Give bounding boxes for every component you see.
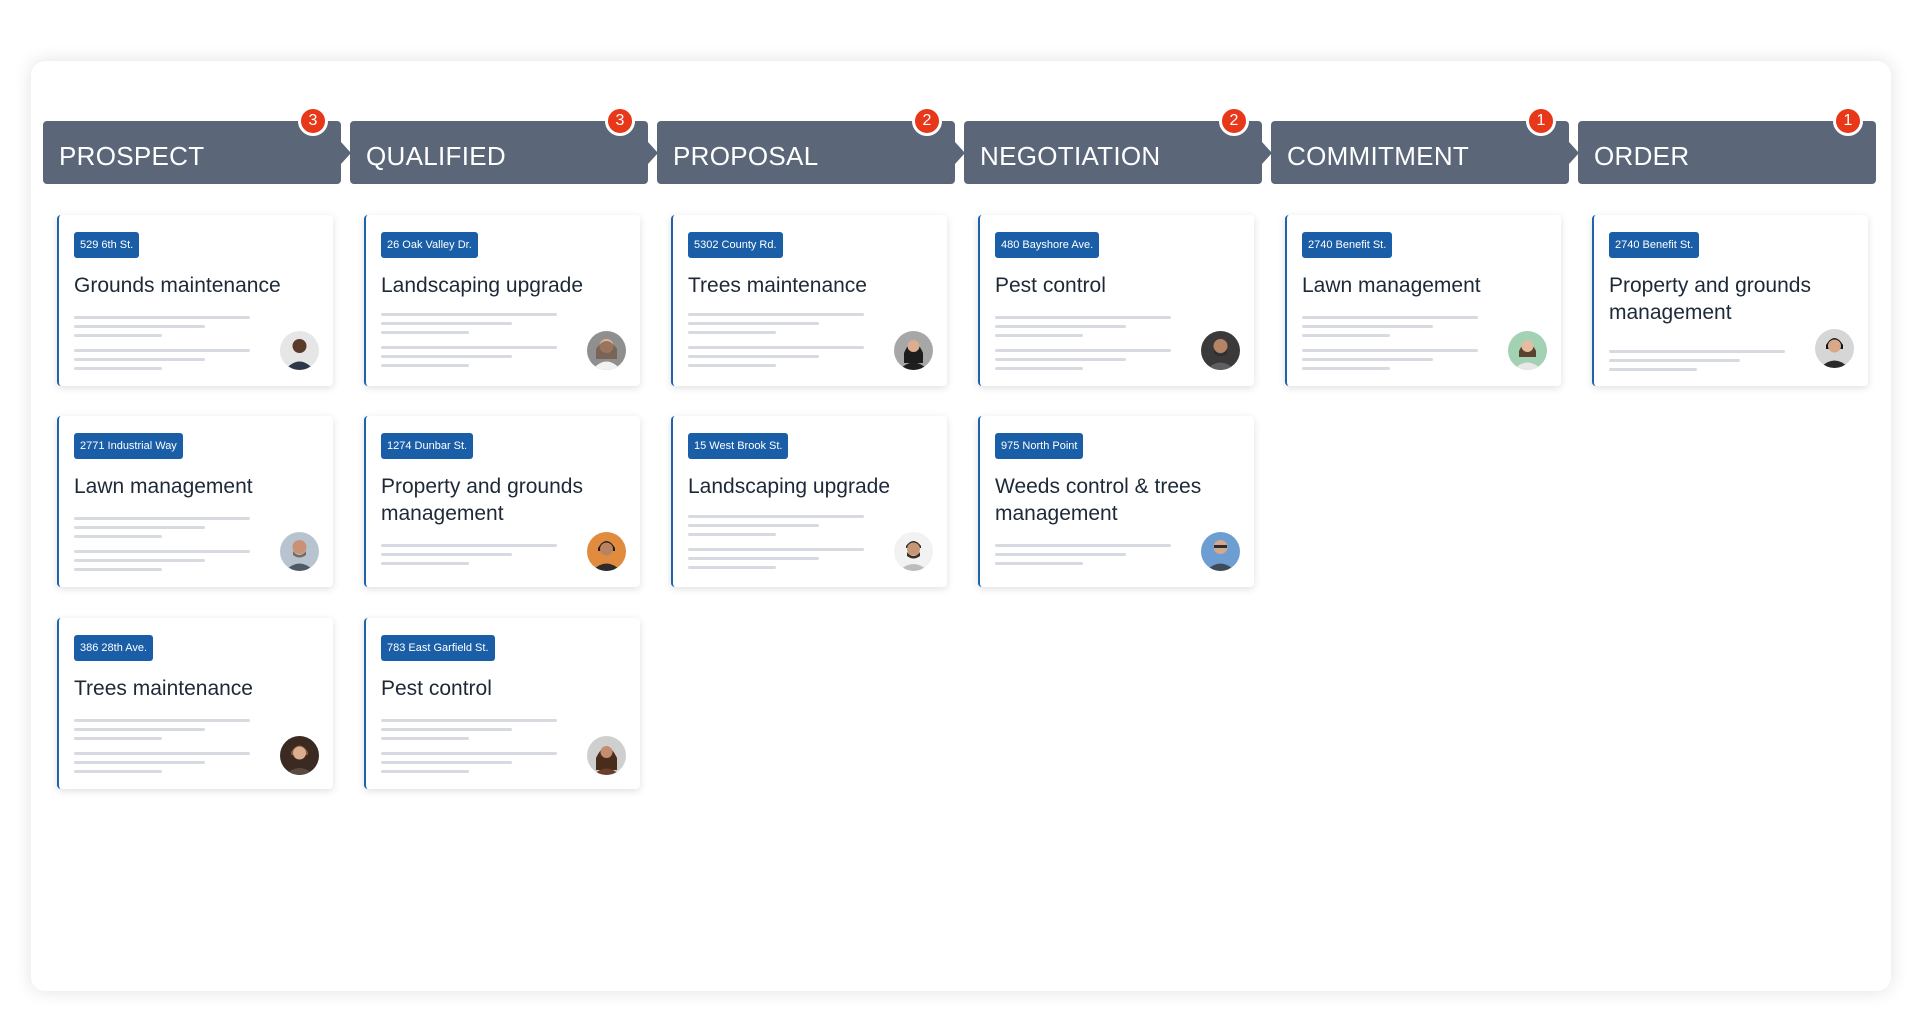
stage-label: ORDER [1594,141,1690,171]
stage-header-proposal[interactable]: PROPOSAL 2 [657,106,965,184]
person-avatar-icon[interactable] [280,532,319,571]
deal-card[interactable]: 2771 Industrial Way Lawn management [57,416,333,587]
stage-header-order[interactable]: ORDER 1 [1578,106,1876,184]
deal-title: Landscaping upgrade [688,475,891,498]
stage-header-negotiation[interactable]: NEGOTIATION 2 [964,106,1272,184]
placeholder-lines [74,719,250,779]
stage-label: PROSPECT [59,141,205,171]
placeholder-lines [1609,350,1785,377]
placeholder-lines [381,544,557,571]
person-avatar-icon[interactable] [587,532,626,571]
stage-label: COMMITMENT [1287,141,1470,171]
deal-card[interactable]: 26 Oak Valley Dr. Landscaping upgrade [364,215,640,386]
address-tag: 386 28th Ave. [74,635,154,661]
stage-header-prospect[interactable]: PROSPECT 3 [43,106,351,184]
address-tag: 783 East Garfield St. [381,635,495,661]
person-avatar-icon[interactable] [894,331,933,370]
person-avatar-icon[interactable] [1201,331,1240,370]
placeholder-lines [74,517,250,577]
person-avatar-icon[interactable] [280,736,319,775]
deal-card[interactable]: 2740 Benefit St. Lawn management [1285,215,1561,386]
deal-card[interactable]: 783 East Garfield St. Pest control [364,618,640,789]
deal-title: Property and grounds management [1609,274,1811,324]
person-avatar-icon[interactable] [587,331,626,370]
person-avatar-icon[interactable] [1815,329,1854,368]
address-tag: 975 North Point [995,433,1084,459]
person-avatar-icon[interactable] [587,736,626,775]
deal-card[interactable]: 1274 Dunbar St. Property and grounds man… [364,416,640,587]
placeholder-lines [1302,316,1478,376]
stage-count-badge: 3 [298,106,328,136]
deal-title: Trees maintenance [688,274,867,297]
stage-count-badge: 2 [912,106,942,136]
placeholder-lines [381,313,557,373]
stage-header-commitment[interactable]: COMMITMENT 1 [1271,106,1579,184]
person-avatar-icon[interactable] [280,331,319,370]
address-tag: 15 West Brook St. [688,433,789,459]
person-avatar-icon[interactable] [1508,331,1547,370]
deal-title: Lawn management [1302,274,1481,297]
deal-card[interactable]: 529 6th St. Grounds maintenance [57,215,333,386]
placeholder-lines [688,515,864,575]
stage-label: NEGOTIATION [980,141,1161,171]
placeholder-lines [74,316,250,376]
address-tag: 1274 Dunbar St. [381,433,474,459]
deal-card[interactable]: 15 West Brook St. Landscaping upgrade [671,416,947,587]
address-tag: 5302 County Rd. [688,232,783,258]
placeholder-lines [381,719,557,779]
person-avatar-icon[interactable] [894,532,933,571]
deal-title: Landscaping upgrade [381,274,584,297]
address-tag: 2771 Industrial Way [74,433,183,459]
stage-count-badge: 1 [1833,106,1863,136]
deal-title: Pest control [381,677,492,700]
address-tag: 2740 Benefit St. [1302,232,1393,258]
address-tag: 26 Oak Valley Dr. [381,232,478,258]
stage-header-qualified[interactable]: QUALIFIED 3 [350,106,658,184]
stage-count-badge: 3 [605,106,635,136]
stage-count-badge: 2 [1219,106,1249,136]
placeholder-lines [688,313,864,373]
address-tag: 529 6th St. [74,232,140,258]
placeholder-lines [995,316,1171,376]
deal-title: Trees maintenance [74,677,253,700]
deal-card[interactable]: 480 Bayshore Ave. Pest control [978,215,1254,386]
deal-title: Weeds control & trees management [995,475,1202,525]
stage-label: QUALIFIED [366,141,506,171]
deal-title: Lawn management [74,475,253,498]
deal-card[interactable]: 975 North Point Weeds control & trees ma… [978,416,1254,587]
deal-card[interactable]: 386 28th Ave. Trees maintenance [57,618,333,789]
deal-card[interactable]: 2740 Benefit St. Property and grounds ma… [1592,215,1868,386]
placeholder-lines [995,544,1171,571]
deal-card[interactable]: 5302 County Rd. Trees maintenance [671,215,947,386]
deal-title: Grounds maintenance [74,274,281,297]
address-tag: 480 Bayshore Ave. [995,232,1100,258]
deal-title: Property and grounds management [381,475,583,525]
stage-count-badge: 1 [1526,106,1556,136]
person-avatar-icon[interactable] [1201,532,1240,571]
stage-label: PROPOSAL [673,141,819,171]
address-tag: 2740 Benefit St. [1609,232,1700,258]
deal-title: Pest control [995,274,1106,297]
